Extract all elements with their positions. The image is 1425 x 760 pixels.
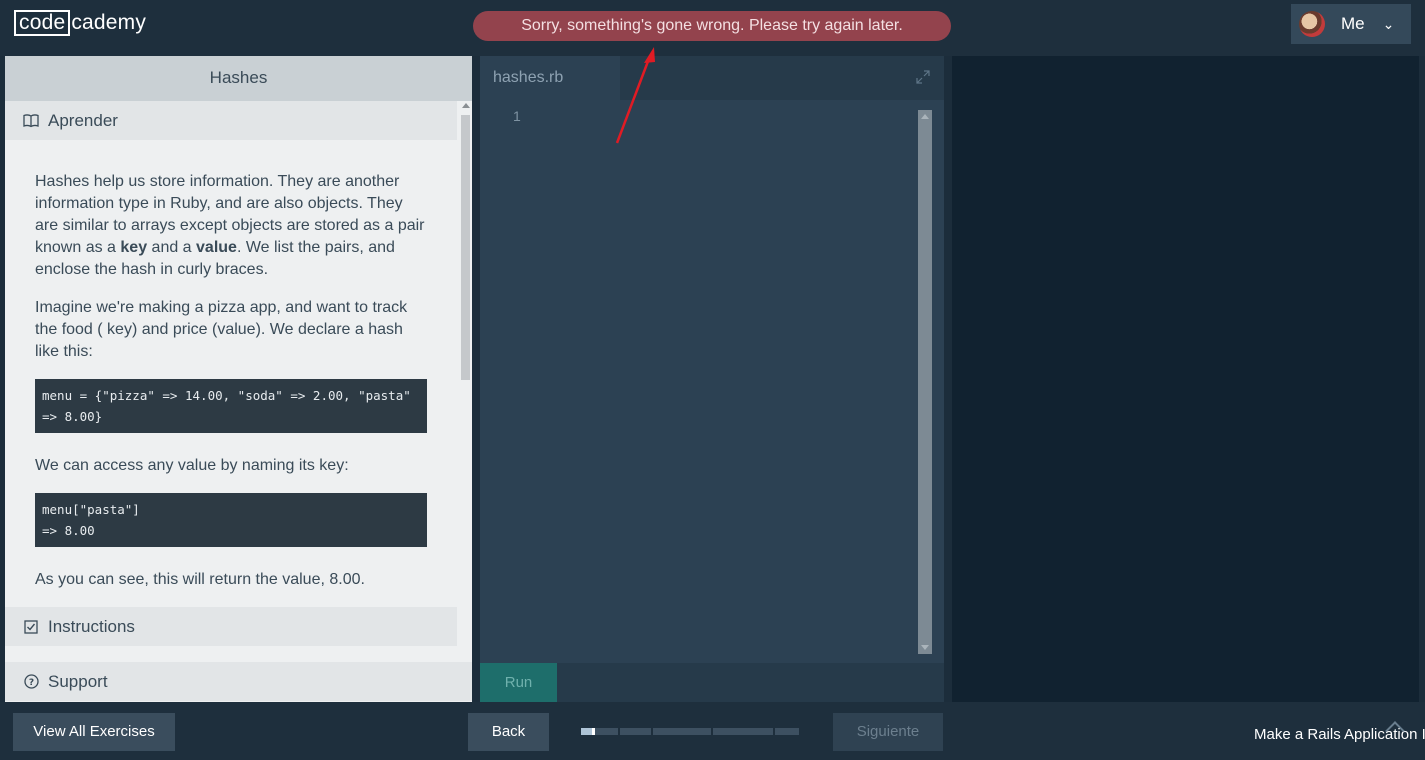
- progress-segment: [713, 728, 773, 735]
- progress-fill: [581, 728, 592, 735]
- right-gutter: [1419, 56, 1425, 702]
- user-name: Me: [1341, 14, 1365, 33]
- progress-segment: [775, 728, 799, 735]
- support-label: Support: [48, 671, 108, 691]
- logo-boxed-text: code: [14, 10, 71, 36]
- lesson-paragraph: We can access any value by naming its ke…: [35, 457, 349, 474]
- editor-scrollbar[interactable]: [918, 110, 932, 654]
- text-segment: and a: [147, 239, 197, 256]
- output-terminal[interactable]: [952, 56, 1419, 702]
- bottom-navbar: View All Exercises Back Siguiente Make a…: [0, 702, 1425, 760]
- codecademy-logo[interactable]: code cademy: [14, 10, 146, 36]
- svg-text:?: ?: [28, 678, 33, 688]
- code-editor: hashes.rb 1 Run: [480, 56, 944, 702]
- instructions-label: Instructions: [48, 616, 135, 636]
- instructions-section-header[interactable]: Instructions: [5, 607, 457, 646]
- code-block: menu = {"pizza" => 14.00, "soda" => 2.00…: [35, 379, 427, 433]
- error-banner: Sorry, something's gone wrong. Please tr…: [473, 11, 951, 41]
- chevron-down-icon: ⌄: [1382, 15, 1395, 32]
- code-line: menu["pasta"]: [42, 502, 140, 517]
- file-tab[interactable]: hashes.rb: [480, 56, 620, 100]
- editor-footer: Run: [480, 663, 944, 702]
- scroll-down-arrow[interactable]: [921, 645, 929, 650]
- view-all-exercises-button[interactable]: View All Exercises: [13, 713, 175, 751]
- progress-segment: [653, 728, 711, 735]
- progress-bar: [581, 728, 799, 735]
- learn-section-header[interactable]: Aprender: [5, 101, 457, 140]
- top-navbar: code cademy Sorry, something's gone wrong…: [0, 0, 1425, 56]
- logo-text: cademy: [71, 11, 147, 34]
- progress-segment: [620, 728, 651, 735]
- expand-icon[interactable]: [916, 70, 930, 84]
- progress-marker: [592, 728, 595, 735]
- user-menu-button[interactable]: Me ⌄: [1291, 4, 1411, 44]
- keyword-key: key: [120, 239, 148, 256]
- keyword-value: value: [196, 239, 237, 256]
- lesson-title: Hashes: [5, 56, 472, 101]
- progress-segment-current: [581, 728, 618, 735]
- lesson-panel: Hashes Aprender Hashes help us store inf…: [5, 56, 472, 702]
- lesson-scrollbar[interactable]: [459, 101, 472, 656]
- lesson-paragraph: As you can see, this will return the val…: [35, 571, 365, 588]
- checkbox-icon: [23, 619, 39, 635]
- lesson-paragraph: Hashes help us store information. They a…: [35, 171, 430, 281]
- next-button[interactable]: Siguiente: [833, 713, 943, 751]
- lesson-content: Hashes help us store information. They a…: [35, 171, 430, 607]
- code-block: menu["pasta"] => 8.00: [35, 493, 427, 547]
- question-circle-icon: ?: [23, 674, 39, 690]
- learn-label: Aprender: [48, 110, 118, 130]
- run-button[interactable]: Run: [480, 663, 557, 702]
- editor-tab-bar: hashes.rb: [480, 56, 944, 100]
- support-section-header[interactable]: ? Support: [5, 662, 472, 701]
- scroll-up-arrow[interactable]: [921, 114, 929, 119]
- book-icon: [23, 113, 39, 129]
- code-line: => 8.00: [42, 523, 95, 538]
- line-number: 1: [513, 108, 521, 124]
- avatar: [1299, 11, 1325, 37]
- scroll-thumb[interactable]: [461, 115, 470, 380]
- scroll-up-arrow[interactable]: [462, 103, 470, 108]
- back-button[interactable]: Back: [468, 713, 549, 751]
- lesson-paragraph: Imagine we're making a pizza app, and wa…: [35, 299, 408, 360]
